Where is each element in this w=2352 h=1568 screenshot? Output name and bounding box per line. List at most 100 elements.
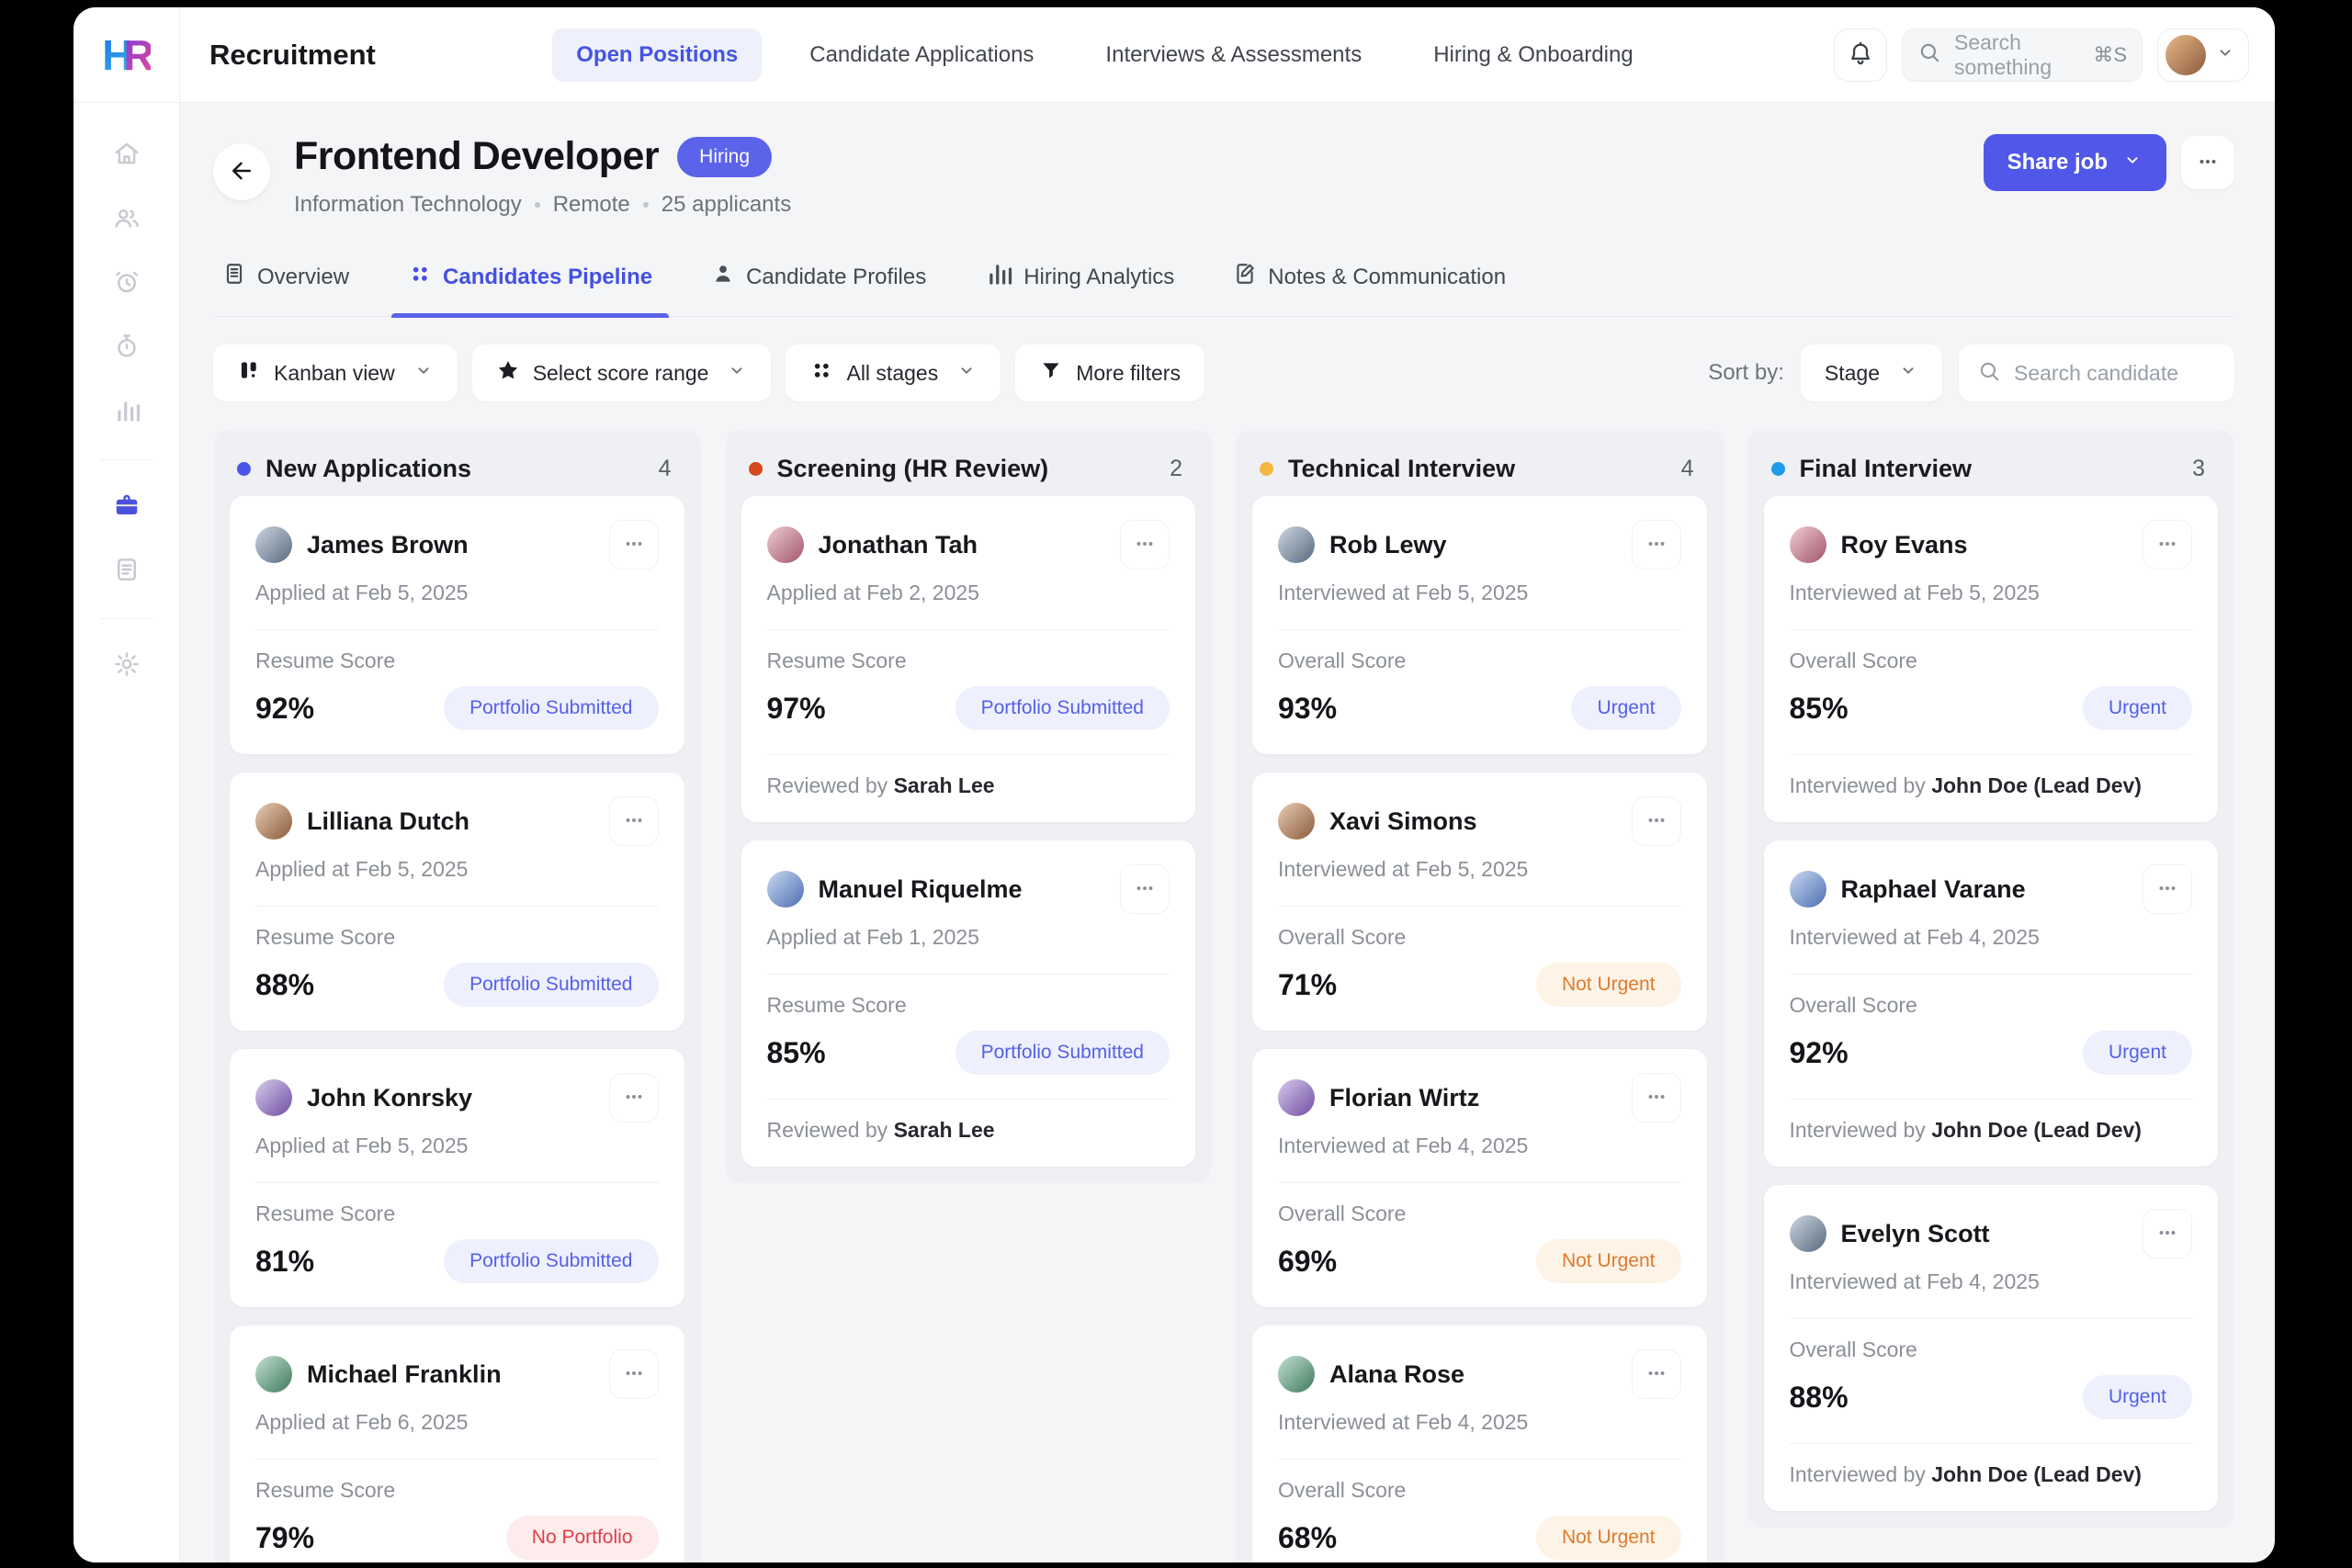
- candidate-date: Interviewed at Feb 5, 2025: [1278, 581, 1681, 605]
- filter-label: Select score range: [533, 361, 709, 386]
- card-menu-button[interactable]: [609, 520, 659, 570]
- chevron-down-icon: [413, 360, 434, 386]
- job-info: Frontend Developer Hiring Information Te…: [294, 134, 791, 218]
- candidate-card[interactable]: Roy Evans Interviewed at Feb 5, 2025 Ove…: [1764, 496, 2219, 822]
- score-label: Overall Score: [1790, 649, 2193, 673]
- ellipsis-icon: [2196, 150, 2220, 176]
- candidate-card[interactable]: Alana Rose Interviewed at Feb 4, 2025 Ov…: [1252, 1325, 1707, 1562]
- sidebar-item-alarm[interactable]: [100, 257, 153, 310]
- card-menu-button[interactable]: [2143, 520, 2192, 570]
- score-value: 92%: [255, 692, 314, 726]
- candidate-date: Applied at Feb 5, 2025: [255, 1134, 659, 1158]
- tab-overview[interactable]: Overview: [219, 254, 353, 316]
- sidebar-item-home[interactable]: [100, 129, 153, 182]
- candidate-card[interactable]: John Konrsky Applied at Feb 5, 2025 Resu…: [230, 1049, 684, 1307]
- card-menu-button[interactable]: [1632, 796, 1681, 846]
- tab-label: Overview: [257, 265, 349, 290]
- tab-candidates-pipeline[interactable]: Candidates Pipeline: [404, 254, 656, 316]
- tab-label: Candidates Pipeline: [443, 265, 652, 290]
- sidebar-item-briefcase[interactable]: [100, 480, 153, 534]
- candidate-card[interactable]: Lilliana Dutch Applied at Feb 5, 2025 Re…: [230, 773, 684, 1031]
- card-divider: [1790, 629, 2193, 630]
- score-value: 85%: [767, 1036, 826, 1070]
- card-menu-button[interactable]: [2143, 1209, 2192, 1258]
- sidebar-item-gear[interactable]: [100, 639, 153, 693]
- score-label: Resume Score: [767, 993, 1170, 1018]
- column-title: Technical Interview: [1288, 455, 1515, 483]
- candidate-card[interactable]: Michael Franklin Applied at Feb 6, 2025 …: [230, 1325, 684, 1562]
- ellipsis-icon: [1133, 876, 1157, 903]
- card-menu-button[interactable]: [609, 1073, 659, 1122]
- card-menu-button[interactable]: [609, 796, 659, 846]
- column-header: New Applications 4: [230, 446, 684, 496]
- candidate-date: Applied at Feb 6, 2025: [255, 1410, 659, 1435]
- bar-chart-icon: [985, 260, 1012, 294]
- sort-dropdown[interactable]: Stage: [1801, 344, 1942, 401]
- filter-label: Kanban view: [274, 361, 395, 386]
- ellipsis-icon: [2155, 532, 2179, 558]
- card-menu-button[interactable]: [2143, 864, 2192, 914]
- candidate-card[interactable]: Florian Wirtz Interviewed at Feb 4, 2025…: [1252, 1049, 1707, 1307]
- topnav-item-0[interactable]: Open Positions: [552, 28, 762, 82]
- sidebar-item-users[interactable]: [100, 193, 153, 246]
- score-label: Resume Score: [255, 1201, 659, 1226]
- candidate-card[interactable]: Manuel Riquelme Applied at Feb 1, 2025 R…: [741, 840, 1196, 1167]
- filter-kanban-view[interactable]: Kanban view: [213, 344, 458, 401]
- card-menu-button[interactable]: [609, 1349, 659, 1399]
- tab-hiring-analytics[interactable]: Hiring Analytics: [981, 254, 1178, 316]
- card-divider: [767, 754, 1170, 755]
- sidebar-item-bar-chart[interactable]: [100, 386, 153, 439]
- topnav-item-1[interactable]: Candidate Applications: [786, 28, 1057, 82]
- column-header: Technical Interview 4: [1252, 446, 1707, 496]
- sidebar-item-stopwatch[interactable]: [100, 321, 153, 375]
- card-menu-button[interactable]: [1632, 1073, 1681, 1122]
- page-title: Frontend Developer: [294, 134, 659, 179]
- card-menu-button[interactable]: [1120, 864, 1170, 914]
- job-more-button[interactable]: [2181, 136, 2234, 189]
- topnav-item-3[interactable]: Hiring & Onboarding: [1409, 28, 1657, 82]
- status-badge: No Portfolio: [506, 1516, 659, 1560]
- card-divider: [1278, 1182, 1681, 1183]
- topnav-item-2[interactable]: Interviews & Assessments: [1081, 28, 1385, 82]
- candidate-name: Jonathan Tah: [819, 531, 978, 559]
- filter-all-stages[interactable]: All stages: [786, 344, 1001, 401]
- candidate-search-input[interactable]: Search candidate: [1959, 344, 2234, 401]
- tab-notes-communication[interactable]: Notes & Communication: [1229, 254, 1510, 316]
- candidate-name: Raphael Varane: [1841, 875, 2026, 904]
- top-bar: Recruitment Open PositionsCandidate Appl…: [180, 7, 2275, 103]
- candidate-card[interactable]: Jonathan Tah Applied at Feb 2, 2025 Resu…: [741, 496, 1196, 822]
- share-job-button[interactable]: Share job: [1984, 134, 2166, 191]
- score-value: 93%: [1278, 692, 1337, 726]
- card-menu-button[interactable]: [1120, 520, 1170, 570]
- candidate-date: Interviewed at Feb 5, 2025: [1278, 857, 1681, 882]
- user-menu[interactable]: [2157, 28, 2249, 82]
- candidate-card[interactable]: Raphael Varane Interviewed at Feb 4, 202…: [1764, 840, 2219, 1167]
- filter-more-filters[interactable]: More filters: [1015, 344, 1204, 401]
- filter-bar: Kanban view Select score range All stage…: [213, 344, 2234, 401]
- app-window: HR Recruitment Open PositionsCandidate A…: [74, 7, 2275, 1562]
- column-count: 4: [659, 456, 677, 482]
- candidate-card[interactable]: James Brown Applied at Feb 5, 2025 Resum…: [230, 496, 684, 754]
- candidate-card[interactable]: Rob Lewy Interviewed at Feb 5, 2025 Over…: [1252, 496, 1707, 754]
- score-value: 79%: [255, 1521, 314, 1555]
- meta-separator: [643, 202, 649, 208]
- card-menu-button[interactable]: [1632, 520, 1681, 570]
- card-footer: Interviewed by John Doe (Lead Dev): [1790, 1118, 2193, 1143]
- notifications-button[interactable]: [1834, 28, 1887, 82]
- candidate-card[interactable]: Xavi Simons Interviewed at Feb 5, 2025 O…: [1252, 773, 1707, 1031]
- candidate-card[interactable]: Evelyn Scott Interviewed at Feb 4, 2025 …: [1764, 1185, 2219, 1511]
- card-divider: [1278, 1459, 1681, 1460]
- filter-select-score-range[interactable]: Select score range: [472, 344, 772, 401]
- status-badge: Portfolio Submitted: [956, 1031, 1170, 1075]
- score-label: Overall Score: [1278, 925, 1681, 950]
- column-header: Screening (HR Review) 2: [741, 446, 1196, 496]
- card-menu-button[interactable]: [1632, 1349, 1681, 1399]
- doc-icon: [222, 262, 246, 292]
- sidebar-item-notes[interactable]: [100, 545, 153, 598]
- score-value: 88%: [1790, 1381, 1849, 1415]
- candidate-avatar: [767, 526, 804, 563]
- back-button[interactable]: [213, 143, 270, 200]
- candidate-name: James Brown: [307, 531, 469, 559]
- global-search-input[interactable]: Search something ⌘S: [1902, 28, 2143, 82]
- tab-candidate-profiles[interactable]: Candidate Profiles: [707, 254, 930, 316]
